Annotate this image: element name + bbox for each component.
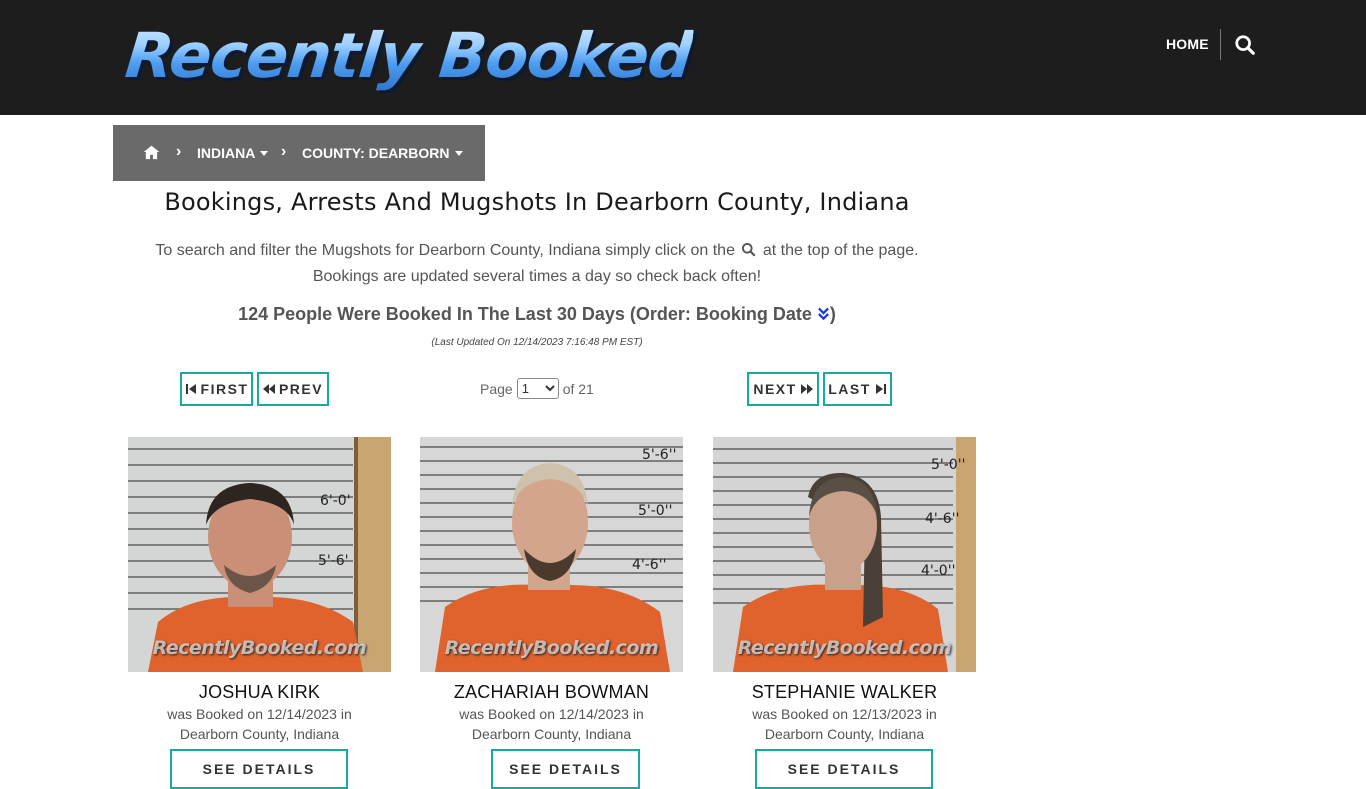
booking-date-line: was Booked on 12/13/2023 in [752,706,937,722]
next-page-button[interactable]: NEXT [747,372,819,406]
booking-info: was Booked on 12/14/2023 in Dearborn Cou… [420,704,683,744]
booking-count: 124 People Were Booked In The Last 30 Da… [113,304,961,325]
page-select[interactable]: 1 [516,378,559,399]
site-logo[interactable]: Recently Booked Recently Booked [122,18,698,95]
first-page-button[interactable]: FIRST [180,372,253,406]
caret-down-icon [454,150,463,156]
breadcrumb: › INDIANA › COUNTY: DEARBORN [113,125,485,181]
page-selector: Page 1 of 21 [480,378,594,399]
breadcrumb-county[interactable]: COUNTY: DEARBORN [302,145,463,161]
fast-forward-icon [800,384,813,394]
intro-text-line2: Bookings are updated several times a day… [312,268,762,285]
rewind-icon [262,384,275,394]
see-details-button[interactable]: SEE DETAILS [170,749,348,789]
height-mark: 6'-0' [320,493,351,509]
search-icon[interactable] [1234,34,1256,56]
booking-date-line: was Booked on 12/14/2023 in [459,706,644,722]
height-mark: 5'-6'' [642,447,676,463]
booking-card[interactable]: 5'-0'' 4'-6'' 4'-0'' RecentlyBooked.com … [713,437,976,789]
see-details-button[interactable]: SEE DETAILS [491,749,640,789]
page-total: of 21 [562,380,594,397]
height-mark: 4'-6'' [925,511,959,527]
intro-text-part2: at the top of the page. [762,242,919,259]
chevron-right-icon: › [176,143,182,160]
last-updated: (Last Updated On 12/14/2023 7:16:48 PM E… [431,337,643,348]
breadcrumb-state[interactable]: INDIANA [197,145,269,161]
site-header: Recently Booked Recently Booked HOME [0,0,1366,115]
height-mark: 4'-6'' [632,557,666,573]
nav-home-link[interactable]: HOME [1166,36,1209,52]
mugshot-image[interactable]: 5'-0'' 4'-6'' 4'-0'' RecentlyBooked.com [713,437,976,672]
booking-card[interactable]: 5'-6'' 5'-0'' 4'-6'' RecentlyBooked.com … [420,437,683,789]
booking-card[interactable]: 6'-0' 5'-6' RecentlyBooked.com JOSHUA KI… [128,437,391,789]
chevron-right-icon: › [281,143,287,160]
watermark-text: RecentlyBooked.com [152,637,367,659]
logo-text: Recently Booked [122,19,696,92]
watermark-text: RecentlyBooked.com [444,637,659,659]
booking-location: Dearborn County, Indiana [764,726,925,742]
height-mark: 4'-0'' [921,563,955,579]
mugshot-image[interactable]: 5'-6'' 5'-0'' 4'-6'' RecentlyBooked.com [420,437,683,672]
see-details-button[interactable]: SEE DETAILS [755,749,933,789]
intro-text: To search and filter the Mugshots for De… [113,238,961,290]
inmate-name[interactable]: STEPHANIE WALKER [713,682,976,703]
caret-down-icon [260,150,269,156]
booking-date-line: was Booked on 12/14/2023 in [167,706,352,722]
booking-info: was Booked on 12/13/2023 in Dearborn Cou… [713,704,976,744]
booking-count-close: ) [829,304,836,324]
booking-location: Dearborn County, Indiana [179,726,340,742]
page-title: Bookings, Arrests And Mugshots In Dearbo… [164,188,910,216]
booking-count-text: 124 People Were Booked In The Last 30 Da… [238,304,812,324]
inmate-name[interactable]: ZACHARIAH BOWMAN [420,682,683,703]
height-mark: 5'-6' [318,553,349,569]
booking-info: was Booked on 12/14/2023 in Dearborn Cou… [128,704,391,744]
last-page-button[interactable]: LAST [823,372,892,406]
watermark-text: RecentlyBooked.com [737,637,952,659]
home-icon[interactable] [143,144,160,160]
booking-location: Dearborn County, Indiana [471,726,632,742]
inmate-name[interactable]: JOSHUA KIRK [128,682,391,703]
mugshot-image[interactable]: 6'-0' 5'-6' RecentlyBooked.com [128,437,391,672]
double-chevron-down-icon[interactable] [817,306,830,322]
prev-page-button[interactable]: PREV [257,372,329,406]
skip-forward-icon [875,384,886,394]
nav-divider [1220,29,1221,60]
page-label: Page [480,380,513,397]
search-icon [742,242,756,257]
skip-back-icon [185,384,196,394]
height-mark: 5'-0'' [638,503,672,519]
height-mark: 5'-0'' [931,457,965,473]
intro-text-part1: To search and filter the Mugshots for De… [155,242,735,259]
